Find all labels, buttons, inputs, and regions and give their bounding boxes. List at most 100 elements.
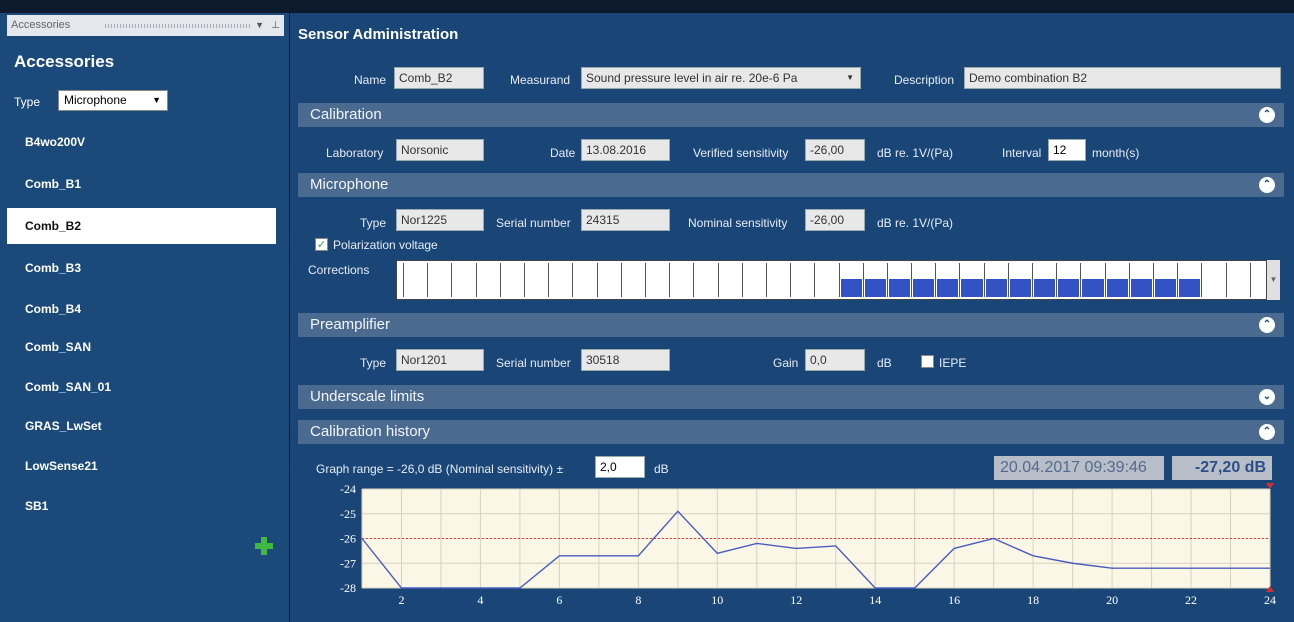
measurand-select[interactable]: Sound pressure level in air re. 20e-6 Pa…	[581, 67, 861, 89]
section-preamplifier[interactable]: Preamplifier ⌃	[298, 313, 1284, 337]
interval-label: Interval	[1002, 146, 1042, 160]
date-label: Date	[550, 146, 576, 160]
list-item[interactable]: Comb_B3	[7, 250, 276, 286]
gain-label: Gain	[773, 356, 799, 370]
graph-range-label: Graph range = -26,0 dB (Nominal sensitiv…	[316, 462, 564, 476]
corrections-strip[interactable]	[396, 260, 1267, 300]
x-tick-label: 14	[869, 593, 881, 607]
correction-fill	[913, 279, 935, 297]
preamp-serial-field[interactable]: 30518	[581, 349, 670, 371]
name-field[interactable]: Comb_B2	[394, 67, 484, 89]
correction-cell	[911, 263, 935, 297]
correction-cell	[1104, 263, 1129, 297]
polarization-checkbox[interactable]: ✓	[315, 238, 328, 251]
list-item[interactable]: LowSense21	[7, 448, 276, 484]
correction-cell	[572, 263, 596, 297]
correction-fill	[1009, 279, 1032, 297]
y-tick-label: -25	[340, 507, 356, 521]
collapse-icon[interactable]: ⌃	[1259, 177, 1275, 193]
pin-icon[interactable]: ⊥	[271, 15, 280, 36]
section-title: Calibration	[310, 106, 382, 123]
correction-cell	[862, 263, 887, 297]
collapse-icon[interactable]: ⌃	[1259, 424, 1275, 440]
correction-cell	[669, 263, 693, 297]
x-tick-label: 12	[790, 593, 802, 607]
date-field[interactable]: 13.08.2016	[581, 139, 670, 161]
gain-field[interactable]: 0,0	[805, 349, 865, 371]
list-item-selected[interactable]: Comb_B2	[7, 208, 276, 244]
dropdown-icon[interactable]: ▼	[255, 15, 264, 36]
verified-sensitivity-label: Verified sensitivity	[693, 146, 789, 160]
mic-type-field[interactable]: Nor1225	[396, 209, 484, 231]
correction-cell	[403, 263, 427, 297]
x-tick-label: 20	[1106, 593, 1118, 607]
section-calibration[interactable]: Calibration ⌃	[298, 103, 1284, 127]
history-value: -27,20 dB	[1172, 456, 1272, 480]
correction-cell	[620, 263, 645, 297]
correction-fill	[1058, 279, 1080, 297]
x-tick-label: 4	[477, 593, 483, 607]
correction-fill	[840, 279, 862, 297]
gain-unit: dB	[877, 356, 892, 370]
y-tick-label: -28	[340, 581, 356, 595]
iepe-checkbox[interactable]	[921, 355, 934, 368]
correction-cell	[451, 263, 475, 297]
history-timestamp: 20.04.2017 09:39:46	[994, 456, 1164, 480]
correction-cell	[499, 263, 524, 297]
y-tick-label: -27	[340, 556, 356, 570]
list-item[interactable]: SB1	[7, 488, 276, 524]
correction-cell	[548, 263, 572, 297]
nominal-sensitivity-field[interactable]: -26,00	[805, 209, 865, 231]
list-item[interactable]: B4wo200V	[7, 124, 276, 160]
expand-icon[interactable]: ⌄	[1259, 389, 1275, 405]
collapse-icon[interactable]: ⌃	[1259, 317, 1275, 333]
calibration-history-chart[interactable]: -24-25-26-27-282 4 6 8 10 12 14 16 18 20 22 24	[296, 481, 1286, 622]
correction-fill	[1179, 279, 1201, 297]
interval-unit: month(s)	[1092, 146, 1140, 160]
measurand-value: Sound pressure level in air re. 20e-6 Pa	[586, 71, 798, 85]
correction-fill	[864, 279, 886, 297]
type-filter-select[interactable]: Microphone ▼	[58, 90, 168, 111]
corrections-scroll-icon[interactable]: ▼	[1267, 260, 1280, 300]
laboratory-label: Laboratory	[326, 146, 384, 160]
add-accessory-icon[interactable]	[255, 537, 273, 555]
description-label: Description	[894, 73, 955, 87]
section-underscale[interactable]: Underscale limits ⌄	[298, 385, 1284, 409]
chevron-down-icon: ▼	[846, 73, 854, 82]
list-item[interactable]: Comb_B4	[7, 291, 276, 327]
mic-serial-field[interactable]: 24315	[581, 209, 670, 231]
correction-cell	[693, 263, 717, 297]
section-calibration-history[interactable]: Calibration history ⌃	[298, 420, 1284, 444]
collapse-icon[interactable]: ⌃	[1259, 107, 1275, 123]
correction-cell	[523, 263, 548, 297]
list-item[interactable]: Comb_SAN	[7, 329, 276, 365]
nominal-sensitivity-label: Nominal sensitivity	[688, 216, 788, 230]
list-item[interactable]: Comb_B1	[7, 166, 276, 202]
nominal-sensitivity-unit: dB re. 1V/(Pa)	[877, 216, 954, 230]
y-tick-label: -24	[340, 482, 356, 496]
verified-sensitivity-unit: dB re. 1V/(Pa)	[877, 146, 954, 160]
accessories-titlebar[interactable]: Accessories ▼ ⊥	[7, 15, 284, 36]
description-field[interactable]: Demo combination B2	[964, 67, 1281, 89]
x-tick-label: 8	[635, 593, 641, 607]
graph-range-field[interactable]: 2,0	[595, 456, 645, 478]
accessories-heading: Accessories	[14, 52, 115, 71]
y-tick-label: -26	[340, 532, 356, 546]
list-item[interactable]: GRAS_LwSet	[7, 408, 276, 444]
correction-fill	[961, 279, 983, 297]
correction-cell	[790, 263, 814, 297]
list-item[interactable]: Comb_SAN_01	[7, 369, 276, 405]
correction-fill	[1082, 279, 1104, 297]
correction-cell	[475, 263, 500, 297]
laboratory-field[interactable]: Norsonic	[396, 139, 484, 161]
interval-field[interactable]: 12	[1048, 139, 1086, 161]
correction-cell	[1177, 263, 1201, 297]
section-microphone[interactable]: Microphone ⌃	[298, 173, 1284, 197]
x-tick-label: 16	[948, 593, 960, 607]
correction-cell	[765, 263, 790, 297]
correction-cell	[596, 263, 621, 297]
verified-sensitivity-field[interactable]: -26,00	[805, 139, 865, 161]
correction-cell	[717, 263, 742, 297]
correction-cell	[838, 263, 863, 297]
preamp-type-field[interactable]: Nor1201	[396, 349, 484, 371]
